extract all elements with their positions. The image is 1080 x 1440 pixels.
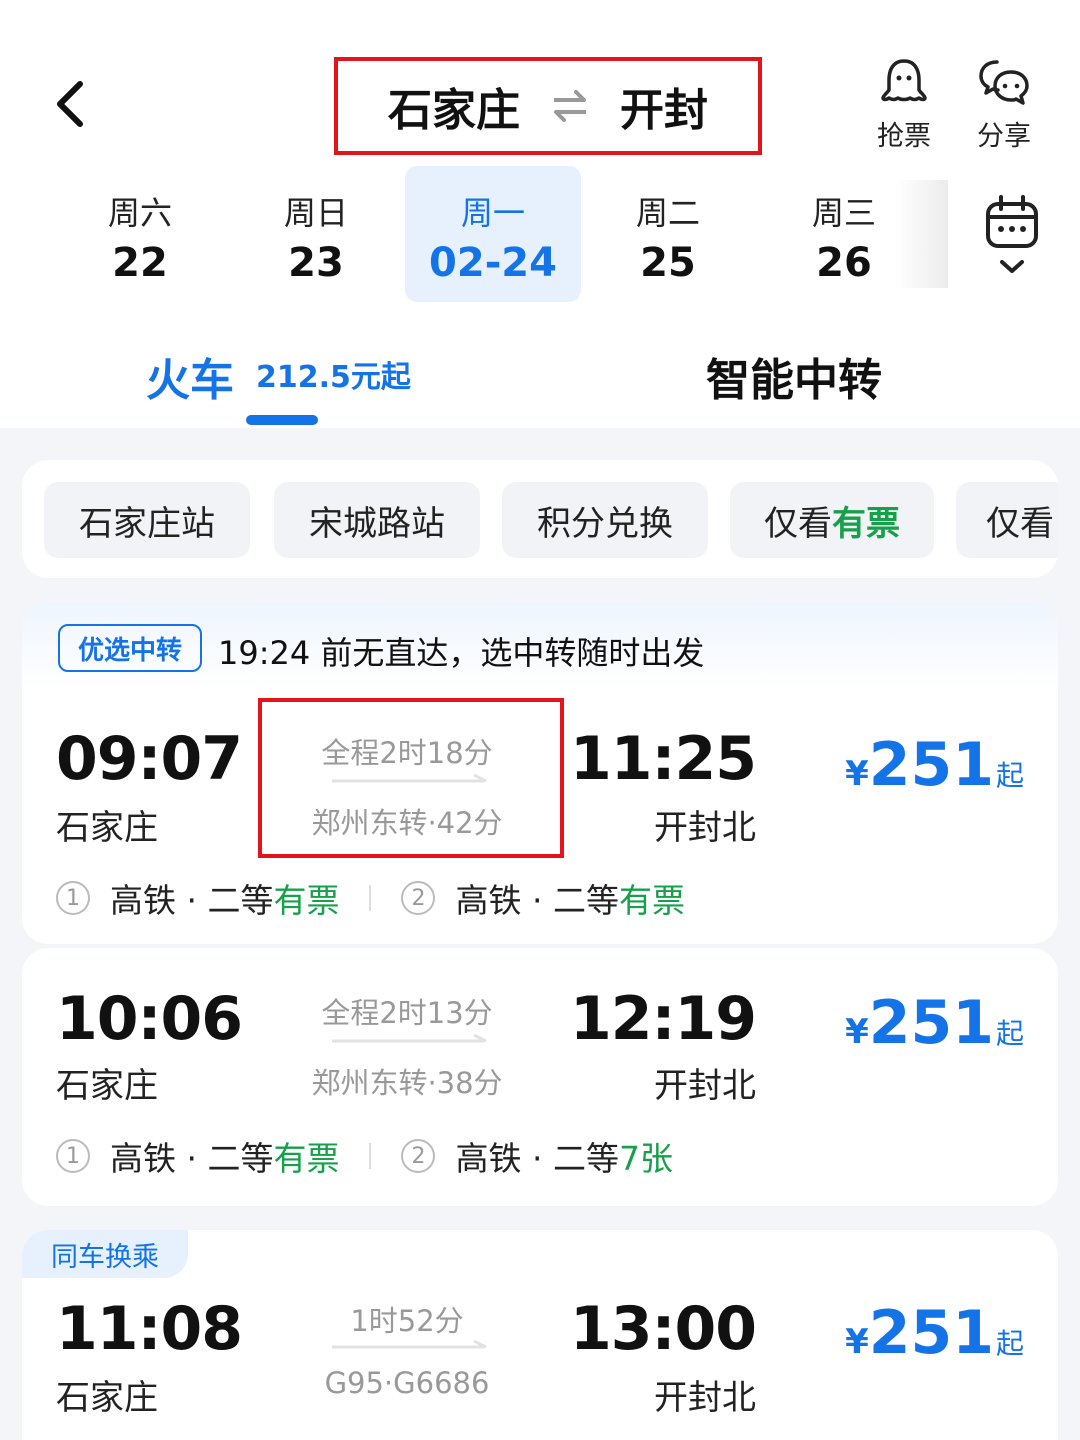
leg-type: 高铁 · 二等 xyxy=(110,881,274,920)
chip-highlight: 有票 xyxy=(832,503,900,544)
date-item-tue[interactable]: 周二 25 xyxy=(580,166,756,302)
price-amount: 251 xyxy=(868,1298,994,1368)
price-suffix: 起 xyxy=(995,1327,1024,1360)
share-button[interactable]: 分享 xyxy=(964,56,1044,153)
price-suffix: 起 xyxy=(995,1017,1024,1050)
promo-banner: 优选中转 19:24 前无直达，选中转随时出发 xyxy=(22,602,1058,688)
grab-ticket-button[interactable]: 抢票 xyxy=(864,56,944,153)
departure-station: 石家庄 xyxy=(56,1378,158,1418)
arrival-time: 13:00 xyxy=(570,1294,757,1364)
leg-divider xyxy=(369,885,372,911)
date-number: 02-24 xyxy=(429,240,557,286)
arrival-station: 开封北 xyxy=(654,1066,756,1106)
date-scroll-fade xyxy=(896,180,948,288)
promo-text: 19:24 前无直达，选中转随时出发 xyxy=(218,634,705,672)
filter-chip-points[interactable]: 积分兑换 xyxy=(502,482,708,558)
price-suffix: 起 xyxy=(995,759,1024,792)
departure-station: 石家庄 xyxy=(56,808,158,848)
date-item-sat[interactable]: 周六 22 xyxy=(52,166,228,302)
date-number: 22 xyxy=(112,240,168,286)
leg-status: 有票 xyxy=(618,881,685,920)
date-weekday: 周一 xyxy=(460,194,525,232)
departure-station: 石家庄 xyxy=(56,1066,158,1106)
calendar-icon[interactable] xyxy=(984,192,1040,278)
route-arrow-icon xyxy=(332,1034,487,1043)
arrival-time: 11:25 xyxy=(570,724,757,794)
price-currency: ¥ xyxy=(845,1012,869,1052)
date-item-mon-selected[interactable]: 周一 02-24 xyxy=(405,166,581,302)
leg-status: 有票 xyxy=(273,1139,340,1178)
tab-train-price: 212.5元起 xyxy=(256,360,411,395)
departure-time: 11:08 xyxy=(56,1294,243,1364)
leg-info: 1 高铁 · 二等 有票 2 高铁 · 二等 有票 xyxy=(56,874,685,922)
date-item-sun[interactable]: 周日 23 xyxy=(228,166,404,302)
chip-prefix: 仅看 xyxy=(764,503,832,544)
train-numbers: G95·G6686 xyxy=(324,1366,490,1400)
price-currency: ¥ xyxy=(845,1322,869,1362)
leg-number-badge: 2 xyxy=(401,1139,436,1173)
leg-divider xyxy=(369,1143,372,1169)
leg-info: 1 高铁 · 二等 有票 2 高铁 · 二等 7张 xyxy=(56,1132,673,1180)
leg-number-badge: 1 xyxy=(56,1139,90,1173)
leg-type: 高铁 · 二等 xyxy=(110,1139,274,1178)
arrival-time: 12:19 xyxy=(570,984,757,1054)
date-weekday: 周日 xyxy=(283,194,348,232)
price-amount: 251 xyxy=(868,988,994,1058)
date-weekday: 周二 xyxy=(635,194,700,232)
leg-status: 7张 xyxy=(618,1139,673,1178)
share-label: 分享 xyxy=(977,121,1031,152)
grab-ticket-label: 抢票 xyxy=(877,121,931,152)
arrival-station: 开封北 xyxy=(654,808,756,848)
leg-type: 高铁 · 二等 xyxy=(455,1139,619,1178)
arrival-station: 开封北 xyxy=(654,1378,756,1418)
price-currency: ¥ xyxy=(845,754,869,794)
promo-badge: 优选中转 xyxy=(58,624,202,672)
leg-type: 高铁 · 二等 xyxy=(455,881,619,920)
leg-number-badge: 2 xyxy=(401,881,436,915)
train-card[interactable]: 同车换乘 11:08 石家庄 1时52分 G95·G6686 13:00 开封北… xyxy=(22,1230,1058,1440)
leg-number-badge: 1 xyxy=(56,881,90,915)
filter-bar: 石家庄站 宋城路站 积分兑换 仅看 有票 仅看 xyxy=(22,460,1058,578)
chat-share-icon xyxy=(979,60,1029,105)
duration-highlight-box xyxy=(258,698,564,858)
ghost-icon xyxy=(881,59,927,102)
date-selector: 周六 22 周日 23 周一 02-24 周二 25 周三 26 xyxy=(52,166,942,302)
departure-time: 10:06 xyxy=(56,984,243,1054)
filter-chip-station-2[interactable]: 宋城路站 xyxy=(274,482,480,558)
filter-chip-cut-off[interactable]: 仅看 xyxy=(956,482,1058,558)
leg-status: 有票 xyxy=(273,881,340,920)
filter-chip-available-only[interactable]: 仅看 有票 xyxy=(730,482,934,558)
transfer-info: 郑州东转·38分 xyxy=(311,1066,503,1100)
date-number: 23 xyxy=(288,240,344,286)
duration: 全程2时13分 xyxy=(321,996,493,1030)
price-amount: 251 xyxy=(868,730,994,800)
filter-chip-station-1[interactable]: 石家庄站 xyxy=(44,482,250,558)
route-highlight-box xyxy=(334,57,762,155)
price: ¥251起 xyxy=(845,988,1024,1058)
tab-smart-transfer[interactable]: 智能中转 xyxy=(706,344,882,408)
date-weekday: 周六 xyxy=(107,194,172,232)
tab-train[interactable]: 火车 xyxy=(146,344,234,408)
train-card[interactable]: 10:06 石家庄 全程2时13分 郑州东转·38分 12:19 开封北 ¥25… xyxy=(22,948,1058,1206)
duration: 1时52分 xyxy=(350,1304,464,1338)
departure-time: 09:07 xyxy=(56,724,243,794)
price: ¥251起 xyxy=(845,730,1024,800)
tab-active-indicator xyxy=(246,415,318,425)
route-arrow-icon xyxy=(332,1340,487,1349)
same-train-transfer-tag: 同车换乘 xyxy=(22,1230,188,1278)
price: ¥251起 xyxy=(845,1298,1024,1368)
date-number: 25 xyxy=(640,240,696,286)
back-arrow-icon[interactable] xyxy=(44,72,100,136)
